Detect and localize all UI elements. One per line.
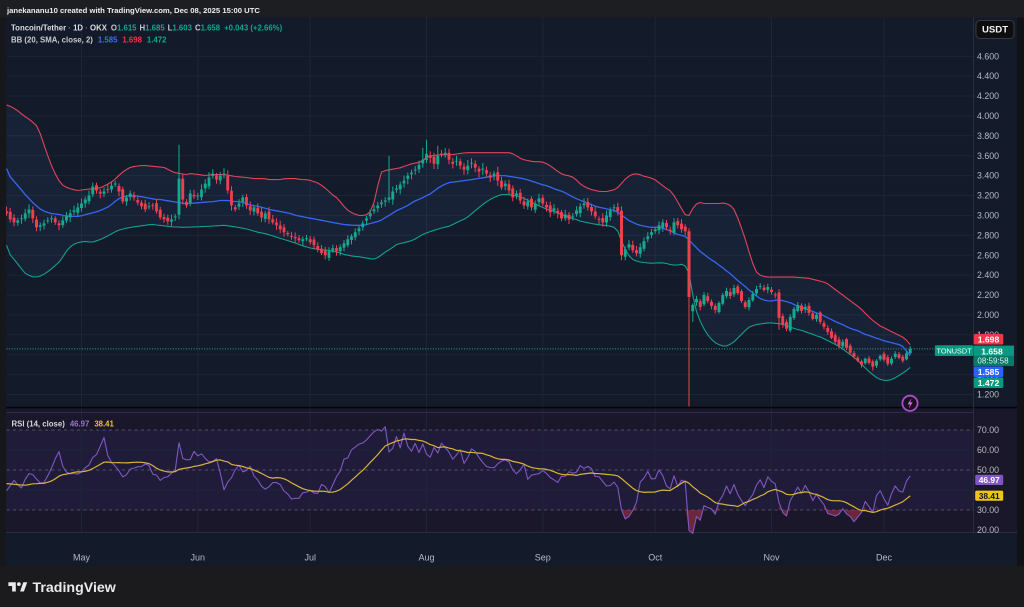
svg-text:50.00: 50.00 <box>977 465 999 475</box>
svg-text:Jul: Jul <box>304 553 316 563</box>
svg-text:20.00: 20.00 <box>977 525 999 535</box>
svg-text:1.585: 1.585 <box>978 367 1000 377</box>
svg-text:3.000: 3.000 <box>977 211 999 221</box>
svg-text:Dec: Dec <box>876 553 893 563</box>
svg-text:4.600: 4.600 <box>977 51 999 61</box>
svg-text:2.800: 2.800 <box>977 230 999 240</box>
svg-text:Nov: Nov <box>763 553 780 563</box>
svg-text:janekananu10 created with Trad: janekananu10 created with TradingView.co… <box>6 6 260 15</box>
svg-text:1.658: 1.658 <box>981 346 1003 356</box>
svg-text:Jun: Jun <box>191 553 206 563</box>
svg-text:4.400: 4.400 <box>977 71 999 81</box>
svg-text:2.000: 2.000 <box>977 310 999 320</box>
svg-text:Toncoin/Tether · 1D · OKXO1.61: Toncoin/Tether · 1D · OKXO1.615H1.685L1.… <box>11 24 283 33</box>
svg-text:70.00: 70.00 <box>977 425 999 435</box>
svg-text:3.600: 3.600 <box>977 151 999 161</box>
svg-text:38.41: 38.41 <box>979 491 1000 501</box>
svg-text:3.400: 3.400 <box>977 171 999 181</box>
svg-text:USDT: USDT <box>982 25 1008 36</box>
svg-text:4.200: 4.200 <box>977 91 999 101</box>
svg-text:RSI (14, close)46.9738.41: RSI (14, close)46.9738.41 <box>12 419 115 428</box>
svg-text:TONUSDT: TONUSDT <box>937 347 973 356</box>
svg-text:1.698: 1.698 <box>978 334 1000 344</box>
svg-text:Sep: Sep <box>535 553 551 563</box>
svg-text:Aug: Aug <box>418 553 434 563</box>
svg-text:1.472: 1.472 <box>978 378 1000 388</box>
svg-text:TradingView: TradingView <box>33 580 117 596</box>
svg-text:46.97: 46.97 <box>979 475 1000 485</box>
svg-text:3.200: 3.200 <box>977 191 999 201</box>
svg-text:60.00: 60.00 <box>977 445 999 455</box>
svg-text:2.600: 2.600 <box>977 250 999 260</box>
svg-text:2.200: 2.200 <box>977 290 999 300</box>
svg-text:3.800: 3.800 <box>977 131 999 141</box>
svg-text:May: May <box>73 553 91 563</box>
svg-text:4.000: 4.000 <box>977 111 999 121</box>
svg-text:08:59:58: 08:59:58 <box>977 357 1009 366</box>
svg-text:Oct: Oct <box>648 553 663 563</box>
svg-text:2.400: 2.400 <box>977 270 999 280</box>
svg-text:1.200: 1.200 <box>977 390 999 400</box>
svg-text:30.00: 30.00 <box>977 505 999 515</box>
